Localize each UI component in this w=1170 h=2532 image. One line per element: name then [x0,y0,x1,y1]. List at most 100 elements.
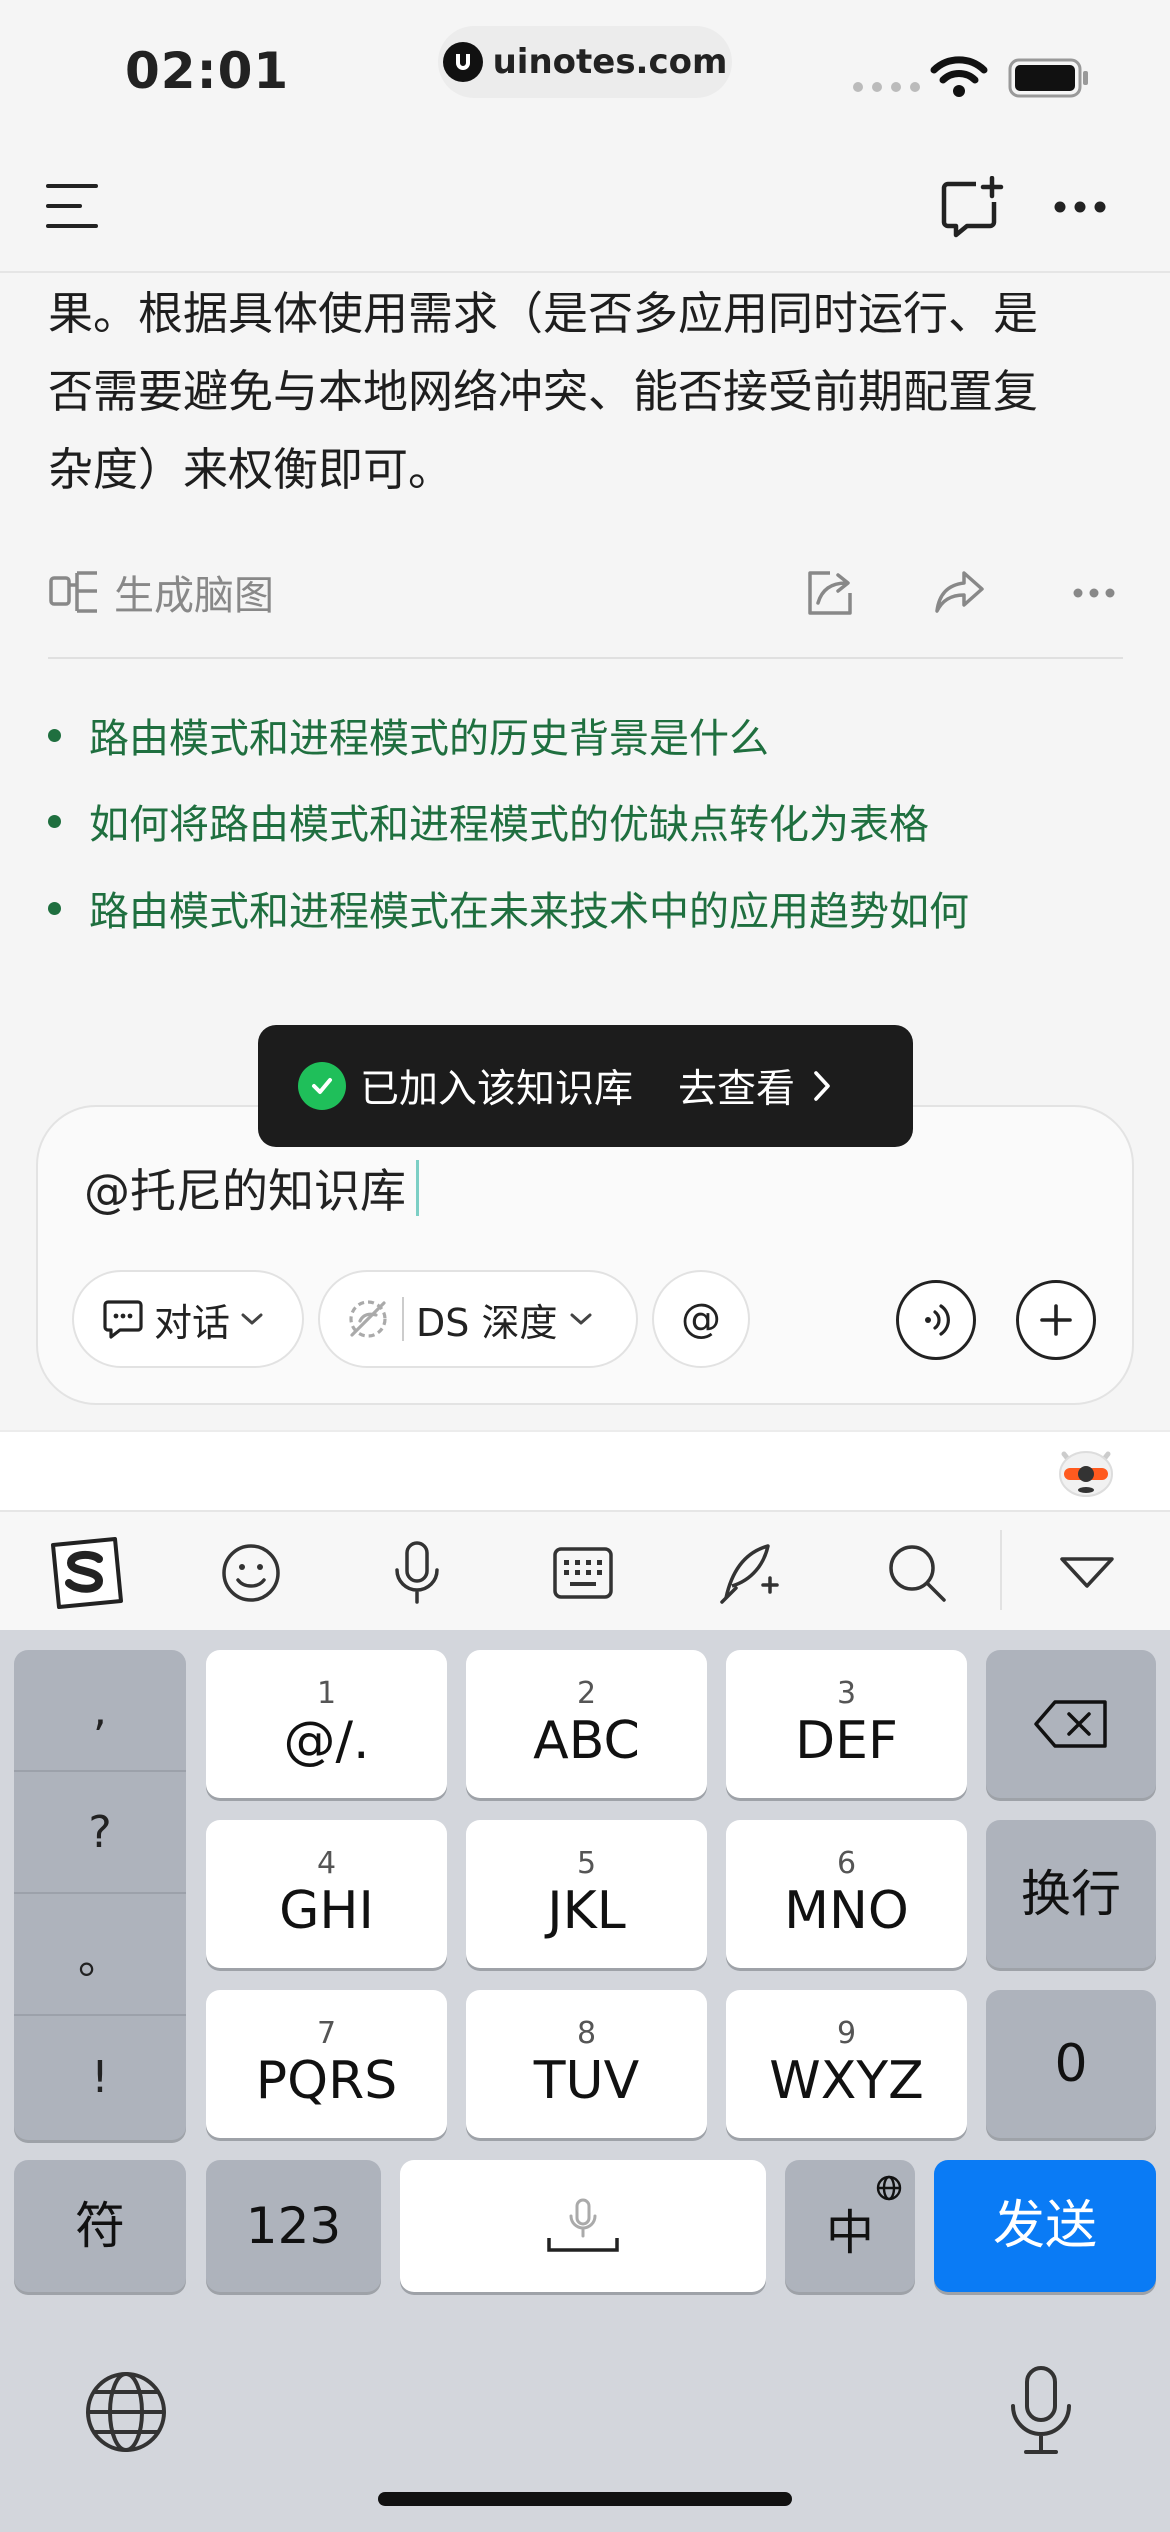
globe-small-icon [875,2174,903,2202]
key-label: 123 [245,2197,342,2255]
key-label: TUV [533,2051,640,2111]
check-icon [298,1062,346,1110]
model-selector[interactable]: DS 深度 [318,1270,638,1368]
backspace-key[interactable] [986,1650,1156,1798]
mindmap-button[interactable]: 生成脑图 [48,563,274,621]
punct-key[interactable]: , [14,1650,186,1772]
numbers-key[interactable]: 123 [206,2160,381,2292]
answer-line: 否需要避免与本地网络冲突、能否接受前期配置复 [48,365,1039,418]
mindmap-label: 生成脑图 [114,573,274,619]
microphone-icon[interactable] [372,1528,462,1618]
suggestion-item[interactable]: 如何将路由模式和进程模式的优缺点转化为表格 [48,792,1138,850]
answer-actions: 生成脑图 [48,555,1123,635]
bullet-icon [48,728,61,742]
site-logo-icon [442,42,483,82]
key-9[interactable]: 9 WXYZ [726,1990,967,2138]
add-button[interactable] [1016,1280,1096,1360]
new-chat-icon[interactable] [940,176,1006,238]
battery-icon [1008,58,1090,98]
suggestion-item[interactable]: 路由模式和进程模式的历史背景是什么 [48,706,1138,764]
menu-icon[interactable] [46,180,98,232]
punct-key[interactable]: ! [14,2016,186,2138]
newline-key[interactable]: 换行 [986,1820,1156,1968]
key-7[interactable]: 7 PQRS [206,1990,447,2138]
chip-divider [402,1297,404,1341]
signal-icon [853,82,920,92]
key-number: 3 [836,1676,857,1711]
voice-call-button[interactable] [896,1280,976,1360]
key-3[interactable]: 3 DEF [726,1650,967,1798]
key-1[interactable]: 1 @/. [206,1650,447,1798]
message-input[interactable]: @托尼的知识库 [84,1155,419,1221]
toast: 已加入该知识库 去查看 [258,1025,913,1147]
key-label: ABC [533,1711,640,1771]
key-6[interactable]: 6 MNO [726,1820,967,1968]
globe-icon[interactable] [84,2370,168,2454]
key-label: DEF [795,1711,898,1771]
sogou-logo-icon[interactable] [40,1528,130,1618]
mode-selector[interactable]: 对话 [72,1270,304,1368]
chevron-down-icon [569,1311,593,1327]
actions-divider [48,657,1123,659]
punctuation-column[interactable]: , ? 。 ! [14,1650,186,2140]
key-label: 符 [75,2197,125,2255]
mindmap-icon [48,569,100,615]
search-icon[interactable] [872,1528,962,1618]
status-time: 02:01 [125,42,290,100]
toast-view-link[interactable]: 去查看 [678,1058,831,1114]
language-key[interactable]: 中 [785,2160,915,2292]
site-name: uinotes.com [492,42,728,82]
key-5[interactable]: 5 JKL [466,1820,707,1968]
home-indicator[interactable] [378,2492,792,2506]
punct-key[interactable]: ? [14,1772,186,1894]
key-number: 2 [576,1676,597,1711]
nav-divider [0,271,1170,273]
key-label: PQRS [255,2051,398,2111]
export-icon[interactable] [804,567,856,619]
key-2[interactable]: 2 ABC [466,1650,707,1798]
key-label: MNO [784,1881,909,1941]
key-label: 0 [1054,2034,1088,2094]
toolbar-divider [1000,1530,1002,1610]
mention-button[interactable]: @ [652,1270,750,1368]
suggestion-text: 如何将路由模式和进程模式的优缺点转化为表格 [89,802,929,848]
key-8[interactable]: 8 TUV [466,1990,707,2138]
candidate-bar [0,1430,1170,1510]
input-value: @托尼的知识库 [84,1164,406,1218]
voice-wave-icon [916,1300,956,1340]
chevron-down-icon [240,1311,264,1327]
suggestion-text: 路由模式和进程模式在未来技术中的应用趋势如何 [89,889,969,935]
key-number: 5 [576,1846,597,1881]
toast-action: 去查看 [678,1067,796,1112]
share-icon[interactable] [934,569,986,615]
key-4[interactable]: 4 GHI [206,1820,447,1968]
answer-line: 果。根据具体使用需求（是否多应用同时运行、是 [48,287,1039,340]
key-label: GHI [279,1881,374,1941]
toast-message: 已加入该知识库 [360,1067,634,1112]
deep-think-off-icon [346,1297,390,1341]
more-icon[interactable] [1053,200,1107,214]
model-label: DS 深度 [416,1300,558,1345]
symbols-key[interactable]: 符 [14,2160,186,2292]
send-key[interactable]: 发送 [934,2160,1156,2292]
zero-key[interactable]: 0 [986,1990,1156,2138]
site-pill: uinotes.com [438,26,732,98]
bullet-icon [48,814,61,828]
punct-key[interactable]: 。 [14,1894,186,2016]
dictation-icon[interactable] [1008,2364,1074,2456]
mascot-icon[interactable] [1056,1442,1116,1498]
keyboard-icon[interactable] [538,1528,628,1618]
answer-line: 杂度）来权衡即可。 [48,443,454,496]
space-mic-icon [533,2196,633,2256]
ai-write-icon[interactable] [706,1528,796,1618]
key-number: 6 [836,1846,857,1881]
key-label: WXYZ [769,2051,924,2111]
mode-label: 对话 [154,1300,231,1345]
key-number: 7 [316,2016,337,2051]
collapse-keyboard-icon[interactable] [1042,1528,1132,1618]
answer-more-icon[interactable] [1072,587,1116,599]
suggestion-item[interactable]: 路由模式和进程模式在未来技术中的应用趋势如何 [48,879,1138,937]
space-key[interactable] [400,2160,766,2292]
emoji-icon[interactable] [206,1528,296,1618]
text-caret [416,1160,419,1216]
